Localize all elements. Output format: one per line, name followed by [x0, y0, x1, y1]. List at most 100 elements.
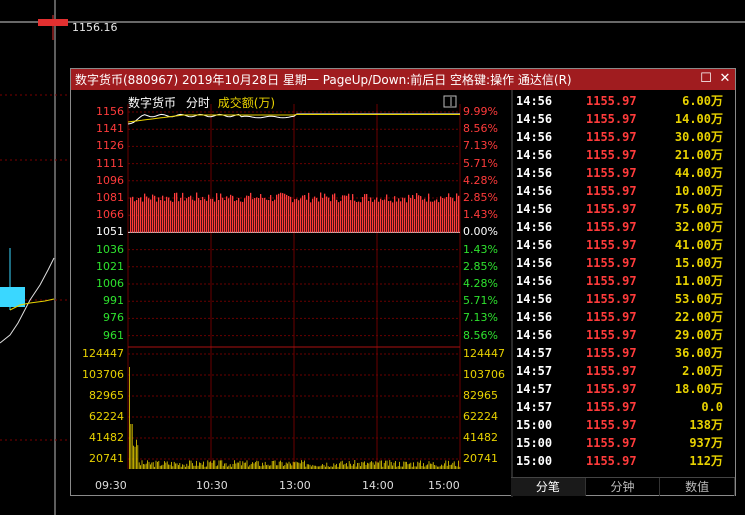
tick-row[interactable]: 14:56 1155.97 6.00万: [512, 92, 735, 110]
volume-bar: [165, 462, 167, 469]
tick-volume: 138万: [689, 418, 723, 432]
tick-price: 1155.97: [586, 202, 637, 216]
amount-bar: [442, 198, 444, 233]
tick-time: 14:56: [516, 130, 553, 144]
volume-bar: [414, 466, 416, 469]
volume-bar: [395, 461, 396, 469]
amount-bar: [314, 196, 316, 233]
amount-bar: [302, 195, 304, 233]
amount-bar: [350, 200, 352, 233]
tick-volume: 44.00万: [674, 166, 723, 180]
amount-bar: [254, 198, 256, 233]
amount-bar: [152, 194, 154, 233]
amount-bar: [428, 193, 430, 233]
tab-ticks[interactable]: 分笔: [511, 478, 586, 496]
tick-row[interactable]: 14:56 1155.97 30.00万: [512, 128, 735, 146]
tick-volume: 41.00万: [674, 238, 723, 252]
tick-row[interactable]: 15:00 1155.97 112万: [512, 452, 735, 470]
tick-row[interactable]: 14:56 1155.97 21.00万: [512, 146, 735, 164]
volume-bar: [327, 466, 329, 469]
amount-bar: [162, 195, 164, 233]
volume-bar: [284, 465, 286, 469]
tab-values[interactable]: 数值: [660, 478, 736, 496]
volume-bar: [136, 439, 137, 469]
amount-bar: [358, 201, 360, 233]
volume-bar: [337, 466, 339, 469]
tick-row[interactable]: 14:56 1155.97 10.00万: [512, 182, 735, 200]
volume-label: 103706: [463, 368, 505, 381]
tick-time: 14:56: [516, 328, 553, 342]
volume-bar: [346, 463, 347, 469]
tick-row[interactable]: 14:57 1155.97 0.0: [512, 398, 735, 416]
volume-bar: [438, 466, 440, 469]
tick-list[interactable]: 14:56 1155.97 6.00万 14:56 1155.97 14.00万 14:56…: [512, 90, 735, 470]
tab-minutes[interactable]: 分钟: [586, 478, 661, 496]
tick-price: 1155.97: [586, 184, 637, 198]
volume-bar: [172, 466, 174, 469]
volume-bar: [207, 460, 209, 469]
chart-metric-label: 成交额(万): [217, 96, 276, 110]
volume-bar: [297, 462, 298, 469]
amount-bar: [230, 194, 232, 233]
volume-bar: [403, 461, 405, 469]
volume-bar: [175, 463, 176, 469]
amount-bar: [242, 201, 244, 233]
tick-row[interactable]: 14:56 1155.97 11.00万: [512, 272, 735, 290]
volume-bar: [235, 463, 237, 469]
volume-bar: [141, 460, 143, 469]
volume-bar: [164, 461, 165, 469]
volume-bar: [340, 461, 342, 469]
pct-label: 9.99%: [463, 105, 498, 118]
amount-bar: [322, 197, 324, 233]
amount-bar: [448, 193, 450, 233]
amount-bar: [232, 195, 234, 233]
volume-bar: [229, 464, 231, 469]
volume-bar: [404, 461, 406, 469]
tick-row[interactable]: 14:56 1155.97 14.00万: [512, 110, 735, 128]
chart-mode-tab[interactable]: 分时: [186, 96, 210, 110]
volume-bar: [201, 464, 203, 469]
volume-bar: [225, 463, 227, 469]
tick-row[interactable]: 14:57 1155.97 2.00万: [512, 362, 735, 380]
amount-bar: [146, 196, 148, 233]
tick-row[interactable]: 14:56 1155.97 15.00万: [512, 254, 735, 272]
amount-bar: [408, 194, 410, 233]
tick-row[interactable]: 14:56 1155.97 75.00万: [512, 200, 735, 218]
volume-bar: [299, 463, 301, 469]
tick-row[interactable]: 14:56 1155.97 44.00万: [512, 164, 735, 182]
amount-bar: [188, 196, 190, 233]
intraday-window: 数字货币(880967) 2019年10月28日 星期一 PageUp/Down…: [70, 68, 736, 497]
amount-bar: [458, 195, 460, 233]
pct-label: 5.71%: [463, 294, 498, 308]
tick-row[interactable]: 14:56 1155.97 29.00万: [512, 326, 735, 344]
time-label: 14:00: [362, 479, 394, 492]
volume-bar: [311, 466, 312, 469]
amount-bar: [306, 199, 308, 233]
volume-bar: [200, 463, 202, 469]
tick-row[interactable]: 15:00 1155.97 937万: [512, 434, 735, 452]
volume-bar: [178, 465, 179, 469]
amount-bar: [374, 199, 376, 233]
amount-bar: [216, 193, 218, 233]
volume-bar: [400, 466, 402, 469]
price-label: 1126: [96, 139, 124, 153]
tick-time: 14:57: [516, 346, 553, 360]
tick-row[interactable]: 14:56 1155.97 32.00万: [512, 218, 735, 236]
volume-bar: [239, 460, 241, 469]
tick-row[interactable]: 14:57 1155.97 36.00万: [512, 344, 735, 362]
volume-bar: [344, 463, 346, 469]
tick-row[interactable]: 14:56 1155.97 41.00万: [512, 236, 735, 254]
volume-bar: [277, 465, 279, 469]
volume-bar: [427, 464, 428, 469]
amount-bar: [170, 200, 172, 233]
volume-bar: [323, 465, 325, 469]
tick-row[interactable]: 14:56 1155.97 22.00万: [512, 308, 735, 326]
tick-row[interactable]: 14:57 1155.97 18.00万: [512, 380, 735, 398]
chart-toggle-icon[interactable]: [443, 95, 457, 108]
volume-bar: [144, 464, 146, 469]
volume-label: 103706: [82, 368, 124, 381]
tick-row[interactable]: 14:56 1155.97 53.00万: [512, 290, 735, 308]
volume-bar: [264, 461, 266, 469]
amount-bar: [288, 195, 290, 233]
tick-row[interactable]: 15:00 1155.97 138万: [512, 416, 735, 434]
